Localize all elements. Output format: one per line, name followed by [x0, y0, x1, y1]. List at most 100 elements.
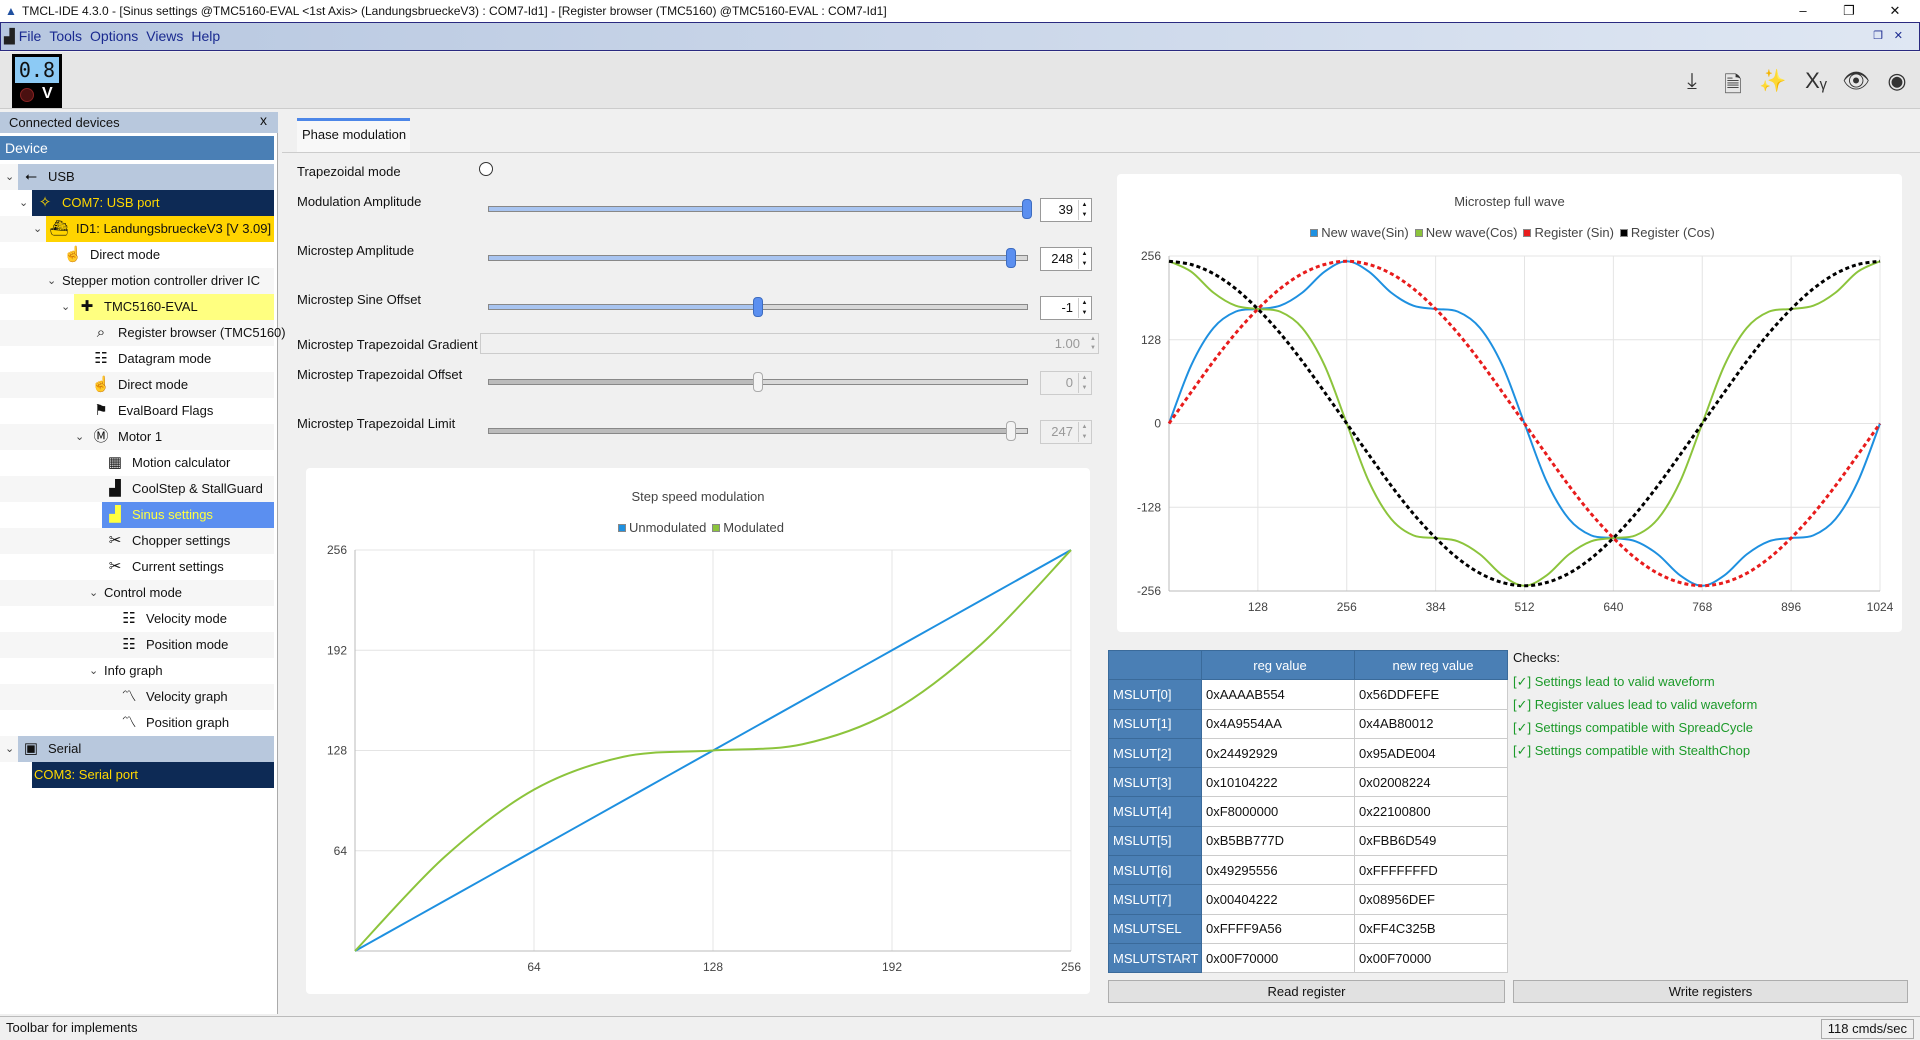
x-of-y-icon[interactable]: Xᵧ: [1800, 68, 1832, 98]
menu-file[interactable]: File: [19, 28, 42, 44]
tree-item-motor-1[interactable]: ⌄ Ⓜ Motor 1: [0, 424, 274, 450]
chevron-down-icon[interactable]: ⌄: [61, 294, 70, 320]
minimize-button[interactable]: –: [1780, 0, 1826, 22]
spin-arrows-icon[interactable]: ▲ ▼: [1078, 249, 1090, 269]
serial-icon: ▣: [23, 740, 39, 757]
check-item: [✓] Settings lead to valid waveform: [1513, 674, 1715, 689]
status-text: Toolbar for implements: [6, 1020, 138, 1035]
spinbox-value: 248: [1051, 251, 1073, 266]
mdi-restore-icon[interactable]: ❐: [1873, 23, 1883, 50]
tree-item-id1-landungsbrueckev3-v-3-09[interactable]: ⌄ ⛴ ID1: LandungsbrueckeV3 [V 3.09]: [0, 216, 274, 242]
modulation-amplitude-slider[interactable]: [488, 199, 1032, 219]
new-reg-value-cell[interactable]: 0x95ADE004: [1354, 737, 1508, 769]
new-reg-value-cell[interactable]: 0x08956DEF: [1354, 884, 1508, 915]
new-reg-value-cell[interactable]: 0x56DDFEFE: [1354, 679, 1508, 710]
new-reg-value-cell[interactable]: 0x02008224: [1354, 767, 1508, 798]
menu-tools[interactable]: Tools: [49, 28, 82, 44]
reg-value-cell[interactable]: 0xB5BB777D: [1201, 825, 1355, 857]
new-reg-value-cell[interactable]: 0x4AB80012: [1354, 708, 1508, 739]
chevron-down-icon[interactable]: ⌄: [47, 268, 56, 294]
menu-options[interactable]: Options: [90, 28, 138, 44]
menu-views[interactable]: Views: [146, 28, 183, 44]
chevron-down-icon[interactable]: ⌄: [33, 216, 42, 242]
can-icon[interactable]: ◉: [1881, 68, 1913, 98]
slider-handle[interactable]: [1022, 199, 1032, 219]
reg-value-cell[interactable]: 0x24492929: [1201, 737, 1355, 769]
microstep-amplitude-spinbox[interactable]: 248 ▲ ▼: [1040, 247, 1092, 271]
eye-icon[interactable]: 👁: [1840, 68, 1872, 98]
chevron-down-icon[interactable]: ⌄: [19, 190, 28, 216]
app-menu-icon[interactable]: ▟: [4, 28, 15, 44]
tree-item-evalboard-flags[interactable]: ⚑ EvalBoard Flags: [0, 398, 274, 424]
mdi-close-icon[interactable]: ✕: [1894, 23, 1903, 50]
tree-item-direct-mode[interactable]: ☝ Direct mode: [0, 372, 274, 398]
chevron-down-icon[interactable]: ⌄: [75, 424, 84, 450]
new-reg-value-cell[interactable]: 0xFF4C325B: [1354, 913, 1508, 944]
read-register-button[interactable]: Read register: [1108, 980, 1505, 1003]
restore-button[interactable]: ❐: [1826, 0, 1872, 22]
tree-item-chopper-settings[interactable]: ✂ Chopper settings: [0, 528, 274, 554]
tree-item-tmc5160-eval[interactable]: ⌄ ✚ TMC5160-EVAL: [0, 294, 274, 320]
tree-item-control-mode[interactable]: ⌄ Control mode: [0, 580, 274, 606]
tree-item-direct-mode[interactable]: ☝ Direct mode: [0, 242, 274, 268]
tree-item-current-settings[interactable]: ✂ Current settings: [0, 554, 274, 580]
puzzle-icon: ✚: [80, 298, 94, 315]
reg-value-cell[interactable]: 0xF8000000: [1201, 796, 1355, 827]
write-registers-button[interactable]: Write registers: [1513, 980, 1908, 1003]
tree-item-motion-calculator[interactable]: ▦ Motion calculator: [0, 450, 274, 476]
tree-item-velocity-mode[interactable]: ☷ Velocity mode: [0, 606, 274, 632]
close-panel-icon[interactable]: x: [260, 112, 267, 128]
microstep-sine-offset-spinbox[interactable]: -1 ▲ ▼: [1040, 296, 1092, 320]
download-icon[interactable]: ⤓: [1676, 68, 1708, 98]
chevron-down-icon[interactable]: ⌄: [5, 736, 14, 762]
wizard-icon[interactable]: ✨: [1757, 68, 1789, 98]
new-reg-value-cell[interactable]: 0xFBB6D549: [1354, 825, 1508, 857]
new-reg-value-cell[interactable]: 0x22100800: [1354, 796, 1508, 827]
export-document-icon[interactable]: 🗎: [1717, 68, 1749, 98]
reg-value-cell[interactable]: 0x49295556: [1201, 855, 1355, 886]
voltage-unit: V: [42, 85, 53, 102]
new-reg-value-cell[interactable]: 0x00F70000: [1354, 942, 1508, 974]
close-button[interactable]: ✕: [1872, 0, 1918, 22]
tree-item-serial[interactable]: ⌄ ▣ Serial: [0, 736, 274, 762]
reg-value-cell[interactable]: 0xFFFF9A56: [1201, 913, 1355, 944]
register-name: MSLUT[1]: [1108, 708, 1202, 739]
voltage-indicator[interactable]: 0.8 V: [12, 54, 62, 108]
tree-item-position-mode[interactable]: ☷ Position mode: [0, 632, 274, 658]
tree-item-label: Direct mode: [90, 247, 161, 262]
y-tick-label: -256: [1137, 584, 1161, 598]
microstep-amplitude-slider[interactable]: [488, 248, 1028, 268]
reg-value-cell[interactable]: 0xAAAAB554: [1201, 679, 1355, 710]
reg-value-cell[interactable]: 0x10104222: [1201, 767, 1355, 798]
menu-help[interactable]: Help: [191, 28, 220, 44]
tree-item-stepper-motion-controller-driver-ic[interactable]: ⌄ Stepper motion controller driver IC: [0, 268, 274, 294]
table-row: MSLUT[2] 0x24492929 0x95ADE004: [1108, 737, 1508, 769]
tree-item-com3-serial-port[interactable]: COM3: Serial port: [0, 762, 274, 788]
reg-value-cell[interactable]: 0x00F70000: [1201, 942, 1355, 974]
reg-value-cell[interactable]: 0x00404222: [1201, 884, 1355, 915]
microstep-sine-offset-slider[interactable]: [488, 297, 1028, 317]
modulation-amplitude-spinbox[interactable]: 39 ▲ ▼: [1040, 198, 1092, 222]
reg-value-cell[interactable]: 0x4A9554AA: [1201, 708, 1355, 739]
tree-item-datagram-mode[interactable]: ☷ Datagram mode: [0, 346, 274, 372]
tree-item-position-graph[interactable]: 〽 Position graph: [0, 710, 274, 736]
tab-phase-modulation[interactable]: Phase modulation: [297, 118, 410, 152]
chevron-down-icon[interactable]: ⌄: [89, 580, 98, 606]
chevron-down-icon[interactable]: ⌄: [89, 658, 98, 684]
tree-item-coolstep-stallguard[interactable]: ▟ CoolStep & StallGuard: [0, 476, 274, 502]
chevron-down-icon[interactable]: ⌄: [5, 164, 14, 190]
tree-item-usb[interactable]: ⌄ ⭠ USB: [0, 164, 274, 190]
spin-arrows-icon[interactable]: ▲ ▼: [1078, 200, 1090, 220]
tree-item-register-browser-tmc5160[interactable]: ⌕ Register browser (TMC5160): [0, 320, 286, 346]
trapezoidal-mode-radio[interactable]: [479, 162, 493, 176]
tree-item-velocity-graph[interactable]: 〽 Velocity graph: [0, 684, 274, 710]
new-reg-value-cell[interactable]: 0xFFFFFFFD: [1354, 855, 1508, 886]
slider-handle[interactable]: [1005, 248, 1016, 268]
tree-item-sinus-settings[interactable]: ▟ Sinus settings: [0, 502, 274, 528]
bar-chart-icon: ▟: [109, 506, 121, 523]
slider-handle[interactable]: [753, 297, 763, 317]
spin-arrows-icon[interactable]: ▲ ▼: [1078, 298, 1090, 318]
tree-item-com7-usb-port[interactable]: ⌄ ✧ COM7: USB port: [0, 190, 274, 216]
gradient-value: 1.00: [1054, 336, 1080, 351]
tree-item-info-graph[interactable]: ⌄ Info graph: [0, 658, 274, 684]
